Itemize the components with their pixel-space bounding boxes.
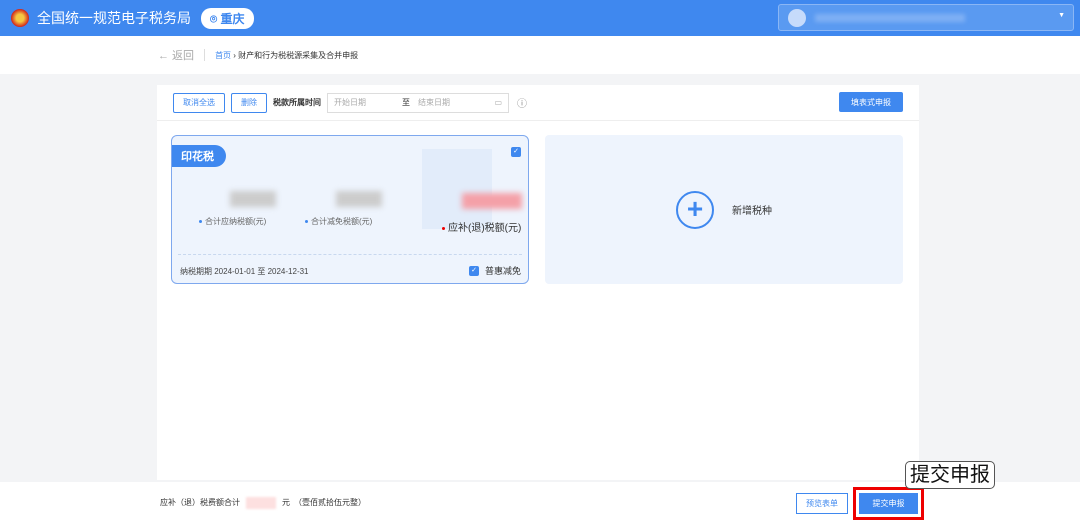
- toolbar: 取消全选 删除 税款所属时间 开始日期 至 结束日期 ▭ ⓘ 填表式申报: [157, 85, 919, 121]
- submit-button[interactable]: 提交申报: [859, 493, 918, 514]
- plus-icon: +: [676, 190, 714, 229]
- user-menu[interactable]: ▼: [778, 4, 1074, 31]
- card-checkbox[interactable]: ✓: [511, 147, 521, 157]
- due-label: 应补(退)税额(元): [442, 219, 521, 234]
- due-label-text: 应补(退)税额(元): [448, 223, 522, 234]
- submit-highlight-box: 提交申报: [853, 487, 924, 520]
- date-to-label: 至: [402, 98, 410, 107]
- card-divider: [178, 254, 522, 255]
- relief-label-text: 合计减免税额(元): [311, 217, 373, 226]
- add-tax-type-label: 新增税种: [732, 206, 772, 217]
- breadcrumb-current: 财产和行为税税源采集及合并申报: [238, 50, 359, 60]
- tax-name-tag: 印花税: [172, 145, 226, 167]
- total-unit: 元: [282, 498, 290, 507]
- relief-value-blurred: [336, 191, 382, 207]
- relief-label: 合计减免税额(元): [305, 216, 372, 227]
- relief-option-label: 普惠减免: [485, 266, 522, 276]
- back-button[interactable]: ← 返回: [158, 47, 194, 63]
- tax-card-stamp-duty[interactable]: 印花税 ✓ 合计应纳税额(元) 合计减免税额(元) 应补(退)税额(元) 纳税期…: [171, 135, 529, 284]
- chevron-down-icon: ▼: [1058, 12, 1065, 19]
- fill-form-button[interactable]: 填表式申报: [839, 92, 903, 112]
- emblem-logo-icon: [11, 9, 29, 27]
- relief-checkbox[interactable]: ✓ 普惠减免: [469, 264, 521, 277]
- payable-label-text: 合计应纳税额(元): [205, 217, 267, 226]
- payable-value-blurred: [230, 191, 276, 207]
- delete-button[interactable]: 删除: [231, 92, 267, 113]
- tax-period: 纳税期期 2024-01-01 至 2024-12-31: [180, 267, 309, 276]
- due-value-blurred: [462, 193, 522, 209]
- main-panel: 取消全选 删除 税款所属时间 开始日期 至 结束日期 ▭ ⓘ 填表式申报 印花税…: [157, 85, 919, 480]
- breadcrumb-bar: ← 返回 首页 › 财产和行为税税源采集及合并申报: [0, 36, 1080, 74]
- region-label: 重庆: [220, 11, 245, 26]
- deselect-all-button[interactable]: 取消全选: [173, 92, 225, 113]
- amount-in-words: （壹佰贰拾伍元整）: [294, 498, 366, 507]
- divider: [204, 49, 206, 61]
- annotation-callout: 提交申报: [905, 461, 995, 489]
- app-title: 全国统一规范电子税务局: [37, 10, 191, 26]
- avatar-icon: [788, 9, 806, 27]
- date-range-input[interactable]: 开始日期 至 结束日期 ▭: [327, 92, 509, 113]
- region-selector[interactable]: ⌾ 重庆: [201, 7, 254, 29]
- decorative-illustration: [422, 149, 492, 229]
- checkbox-checked-icon: ✓: [469, 265, 479, 276]
- end-date-input[interactable]: 结束日期: [418, 97, 450, 108]
- total-label: 应补（退）税费额合计: [160, 498, 240, 507]
- preview-form-button[interactable]: 预览表单: [796, 493, 848, 514]
- add-tax-type-card[interactable]: + 新增税种: [545, 135, 903, 284]
- start-date-input[interactable]: 开始日期: [334, 97, 366, 108]
- breadcrumb-separator: ›: [231, 50, 239, 60]
- period-label: 税款所属时间: [273, 98, 321, 107]
- user-name-blurred: [815, 14, 965, 22]
- top-bar: 全国统一规范电子税务局 ⌾ 重庆 ▼: [0, 0, 1080, 36]
- calendar-icon: ▭: [494, 98, 502, 107]
- breadcrumb-home[interactable]: 首页: [215, 50, 231, 61]
- payable-label: 合计应纳税额(元): [199, 216, 266, 227]
- info-icon[interactable]: ⓘ: [517, 95, 527, 110]
- total-amount-blurred: [246, 496, 276, 509]
